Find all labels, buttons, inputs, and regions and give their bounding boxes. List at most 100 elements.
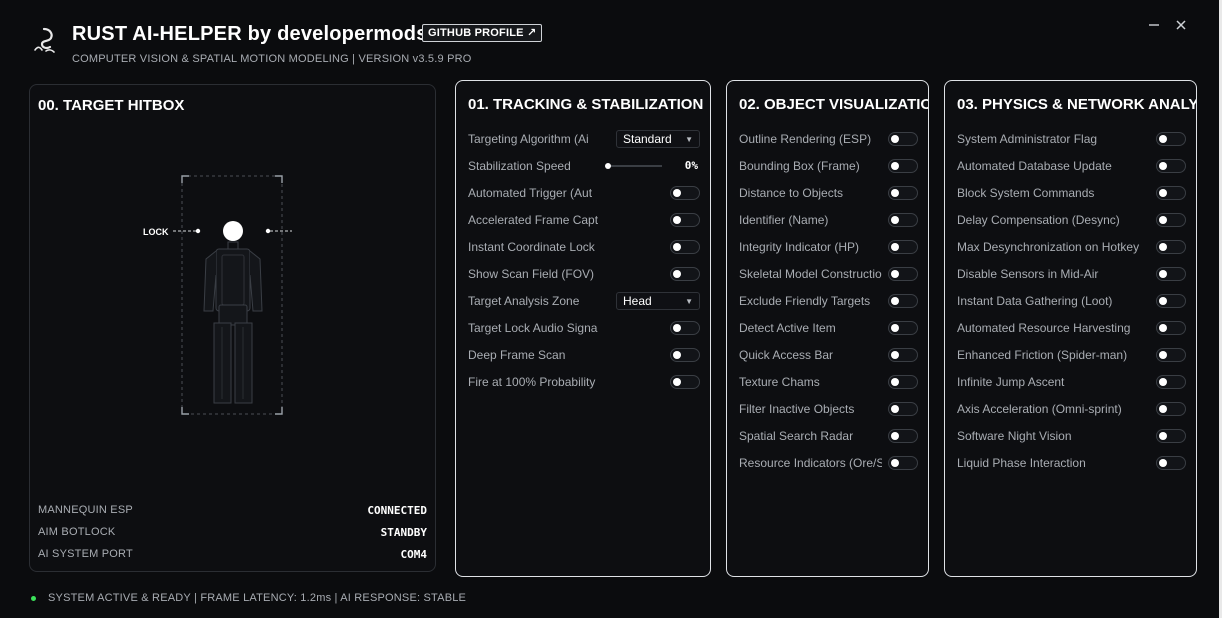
app-title: RUST AI-HELPER by developermods [72, 23, 428, 45]
setting-row: Block System Commands [957, 183, 1186, 203]
panel-title: 02. OBJECT VISUALIZATION [739, 96, 928, 113]
algorithm-select[interactable]: Standard ▼ [616, 130, 700, 148]
setting-label: System Administrator Flag [957, 132, 1098, 146]
toggle-switch[interactable] [888, 456, 918, 470]
setting-row: Stabilization Speed 0% [468, 156, 700, 176]
chevron-down-icon: ▼ [685, 297, 693, 306]
setting-label: Automated Database Update [957, 159, 1112, 173]
stat-label: MANNEQUIN ESP [38, 504, 133, 516]
toggle-switch[interactable] [1156, 402, 1186, 416]
setting-label: Outline Rendering (ESP) [739, 132, 872, 146]
setting-row: Max Desynchronization on Hotkey [957, 237, 1186, 257]
toggle-switch[interactable] [888, 267, 918, 281]
toggle-switch[interactable] [888, 294, 918, 308]
minimize-icon[interactable] [1145, 16, 1163, 34]
chevron-down-icon: ▼ [685, 135, 693, 144]
setting-label: Block System Commands [957, 186, 1095, 200]
setting-label: Disable Sensors in Mid-Air [957, 267, 1099, 281]
tracking-panel: 01. TRACKING & STABILIZATION Targeting A… [455, 80, 711, 577]
toggle-switch[interactable] [888, 375, 918, 389]
toggle-switch[interactable] [1156, 132, 1186, 146]
toggle-switch[interactable] [888, 186, 918, 200]
toggle-switch[interactable] [888, 429, 918, 443]
toggle-switch[interactable] [1156, 429, 1186, 443]
toggle-switch[interactable] [670, 348, 700, 362]
zone-select[interactable]: Head ▼ [616, 292, 700, 310]
setting-label: Integrity Indicator (HP) [739, 240, 860, 254]
toggle-switch[interactable] [1156, 294, 1186, 308]
toggle-switch[interactable] [888, 321, 918, 335]
setting-label: Target Analysis Zone [468, 294, 580, 308]
stat-label: AIM BOTLOCK [38, 526, 116, 538]
setting-row: Quick Access Bar [739, 345, 918, 365]
setting-label: Liquid Phase Interaction [957, 456, 1086, 470]
close-icon[interactable] [1172, 16, 1190, 34]
setting-label: Texture Chams [739, 375, 820, 389]
toggle-switch[interactable] [888, 132, 918, 146]
setting-row: Automated Trigger (Aut [468, 183, 700, 203]
setting-label: Filter Inactive Objects [739, 402, 855, 416]
toggle-switch[interactable] [670, 213, 700, 227]
setting-label: Exclude Friendly Targets [739, 294, 871, 308]
toggle-switch[interactable] [888, 240, 918, 254]
toggle-switch[interactable] [1156, 213, 1186, 227]
status-bar-text: SYSTEM ACTIVE & READY | FRAME LATENCY: 1… [48, 592, 467, 604]
setting-row: Identifier (Name) [739, 210, 918, 230]
toggle-switch[interactable] [888, 159, 918, 173]
github-profile-button[interactable]: GITHUB PROFILE ↗ [422, 24, 543, 42]
mannequin-figure: LOCK [143, 175, 292, 415]
setting-row: Skeletal Model Constructio [739, 264, 918, 284]
toggle-switch[interactable] [670, 267, 700, 281]
toggle-switch[interactable] [888, 213, 918, 227]
setting-label: Quick Access Bar [739, 348, 834, 362]
setting-label: Fire at 100% Probability [468, 375, 596, 389]
setting-row: Distance to Objects [739, 183, 918, 203]
visualization-panel: 02. OBJECT VISUALIZATION Outline Renderi… [726, 80, 929, 577]
setting-row: Resource Indicators (Ore/S [739, 453, 918, 473]
toggle-switch[interactable] [670, 375, 700, 389]
setting-row: Targeting Algorithm (Ai Standard ▼ [468, 129, 700, 149]
setting-row: Enhanced Friction (Spider-man) [957, 345, 1186, 365]
setting-row: Target Analysis Zone Head ▼ [468, 291, 700, 311]
stat-row: AIM BOTLOCK STANDBY [38, 524, 427, 540]
setting-label: Distance to Objects [739, 186, 844, 200]
toggle-switch[interactable] [670, 186, 700, 200]
toggle-switch[interactable] [1156, 186, 1186, 200]
toggle-switch[interactable] [1156, 267, 1186, 281]
stat-label: AI SYSTEM PORT [38, 548, 133, 560]
setting-label: Spatial Search Radar [739, 429, 854, 443]
setting-label: Skeletal Model Constructio [739, 267, 882, 281]
stat-row: MANNEQUIN ESP CONNECTED [38, 502, 427, 518]
panel-title: 01. TRACKING & STABILIZATION [468, 96, 704, 113]
stat-value: CONNECTED [367, 503, 427, 517]
toggle-switch[interactable] [1156, 159, 1186, 173]
toggle-switch[interactable] [1156, 321, 1186, 335]
slider-thumb[interactable] [605, 163, 611, 169]
setting-label: Instant Coordinate Lock [468, 240, 595, 254]
setting-row: Exclude Friendly Targets [739, 291, 918, 311]
toggle-switch[interactable] [888, 402, 918, 416]
toggle-switch[interactable] [1156, 456, 1186, 470]
stabilization-speed-slider[interactable]: 0% [604, 159, 700, 172]
setting-label: Detect Active Item [739, 321, 836, 335]
setting-row: Fire at 100% Probability [468, 372, 700, 392]
stat-value: COM4 [400, 547, 428, 561]
setting-label: Target Lock Audio Signa [468, 321, 598, 335]
setting-row: Target Lock Audio Signa [468, 318, 700, 338]
toggle-switch[interactable] [1156, 375, 1186, 389]
select-value: Head [623, 294, 652, 308]
toggle-switch[interactable] [1156, 240, 1186, 254]
setting-label: Targeting Algorithm (Ai [468, 132, 589, 146]
toggle-switch[interactable] [1156, 348, 1186, 362]
setting-label: Identifier (Name) [739, 213, 829, 227]
stat-row: AI SYSTEM PORT COM4 [38, 546, 427, 562]
slider-track[interactable] [608, 165, 662, 167]
setting-label: Max Desynchronization on Hotkey [957, 240, 1140, 254]
status-indicator-dot [31, 596, 36, 601]
setting-label: Deep Frame Scan [468, 348, 566, 362]
setting-label: Infinite Jump Ascent [957, 375, 1065, 389]
setting-label: Show Scan Field (FOV) [468, 267, 595, 281]
toggle-switch[interactable] [670, 321, 700, 335]
toggle-switch[interactable] [888, 348, 918, 362]
toggle-switch[interactable] [670, 240, 700, 254]
